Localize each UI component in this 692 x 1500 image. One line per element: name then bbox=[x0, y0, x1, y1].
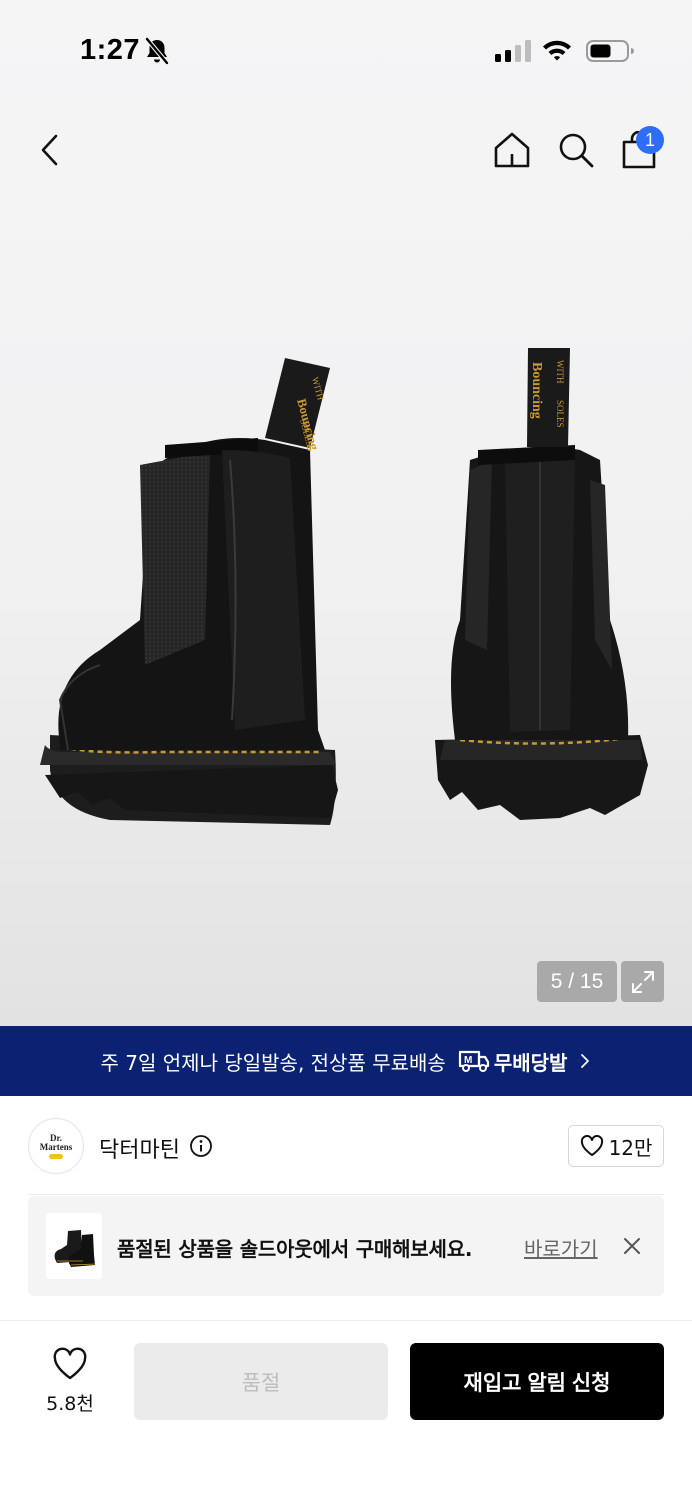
soldout-notice: 품절된 상품을 솔드아웃에서 구매해보세요. 바로가기 bbox=[28, 1196, 664, 1296]
brand-like-button[interactable]: 12만 bbox=[568, 1125, 664, 1167]
divider bbox=[28, 1194, 664, 1195]
heart-icon bbox=[580, 1135, 603, 1156]
truck-icon: M bbox=[458, 1050, 489, 1072]
search-icon bbox=[559, 133, 594, 168]
chevron-left-icon bbox=[41, 134, 58, 166]
heart-icon bbox=[53, 1347, 87, 1380]
fullscreen-button[interactable] bbox=[621, 961, 664, 1002]
back-button[interactable] bbox=[28, 128, 72, 172]
svg-text:WITH: WITH bbox=[555, 360, 565, 384]
wishlist-button[interactable]: 5.8천 bbox=[30, 1341, 110, 1421]
close-icon[interactable] bbox=[620, 1234, 644, 1258]
notice-text: 품절된 상품을 솔드아웃에서 구매해보세요. bbox=[117, 1237, 473, 1261]
cart-count-badge: 1 bbox=[636, 126, 664, 154]
product-image[interactable]: Bouncing WITH SOLES Bouncing WITH SOLES bbox=[0, 320, 692, 860]
boot-thumbnail-image bbox=[54, 1230, 96, 1267]
product-gallery[interactable]: 1:27 1 Bouncing WITH SOLES Bouncing WITH… bbox=[0, 0, 692, 1026]
bottom-action-bar: 5.8천 품절 재입고 알림 신청 bbox=[0, 1320, 692, 1500]
wifi-icon bbox=[543, 40, 571, 61]
status-bar: 1:27 bbox=[0, 0, 692, 100]
home-icon bbox=[494, 132, 530, 168]
svg-text:SOLES: SOLES bbox=[555, 400, 565, 428]
restock-alert-button[interactable]: 재입고 알림 신청 bbox=[410, 1343, 664, 1420]
svg-text:M: M bbox=[464, 1055, 472, 1066]
info-icon[interactable] bbox=[189, 1134, 213, 1158]
banner-text: 주 7일 언제나 당일발송, 전상품 무료배송 bbox=[100, 1050, 446, 1075]
expand-icon bbox=[631, 970, 654, 993]
wishlist-count: 5.8천 bbox=[46, 1393, 94, 1415]
soldout-button: 품절 bbox=[134, 1343, 388, 1420]
brand-name[interactable]: 닥터마틴 bbox=[99, 1132, 180, 1164]
right-boot-illustration: Bouncing WITH SOLES bbox=[435, 348, 648, 820]
left-boot-illustration: Bouncing WITH SOLES bbox=[40, 358, 338, 825]
notice-product-thumbnail bbox=[46, 1213, 102, 1279]
chevron-right-icon bbox=[581, 1054, 590, 1068]
pull-tab-label-right: Bouncing bbox=[529, 362, 544, 419]
image-counter: 5 / 15 bbox=[537, 961, 617, 1002]
bell-off-icon bbox=[145, 37, 169, 65]
status-time: 1:27 bbox=[80, 34, 141, 66]
signal-icon bbox=[495, 40, 531, 62]
battery-icon bbox=[586, 40, 634, 62]
brand-like-count: 12만 bbox=[608, 1135, 653, 1160]
brand-logo[interactable]: Dr. Martens bbox=[28, 1118, 84, 1174]
delivery-banner[interactable]: 주 7일 언제나 당일발송, 전상품 무료배송 M 무배당발 bbox=[0, 1026, 692, 1096]
brand-logo-mark: Dr. Martens bbox=[40, 1133, 72, 1159]
home-button[interactable] bbox=[490, 128, 534, 172]
banner-brand: 무배당발 bbox=[493, 1050, 568, 1075]
search-button[interactable] bbox=[554, 128, 598, 172]
notice-go-link[interactable]: 바로가기 bbox=[524, 1233, 598, 1262]
